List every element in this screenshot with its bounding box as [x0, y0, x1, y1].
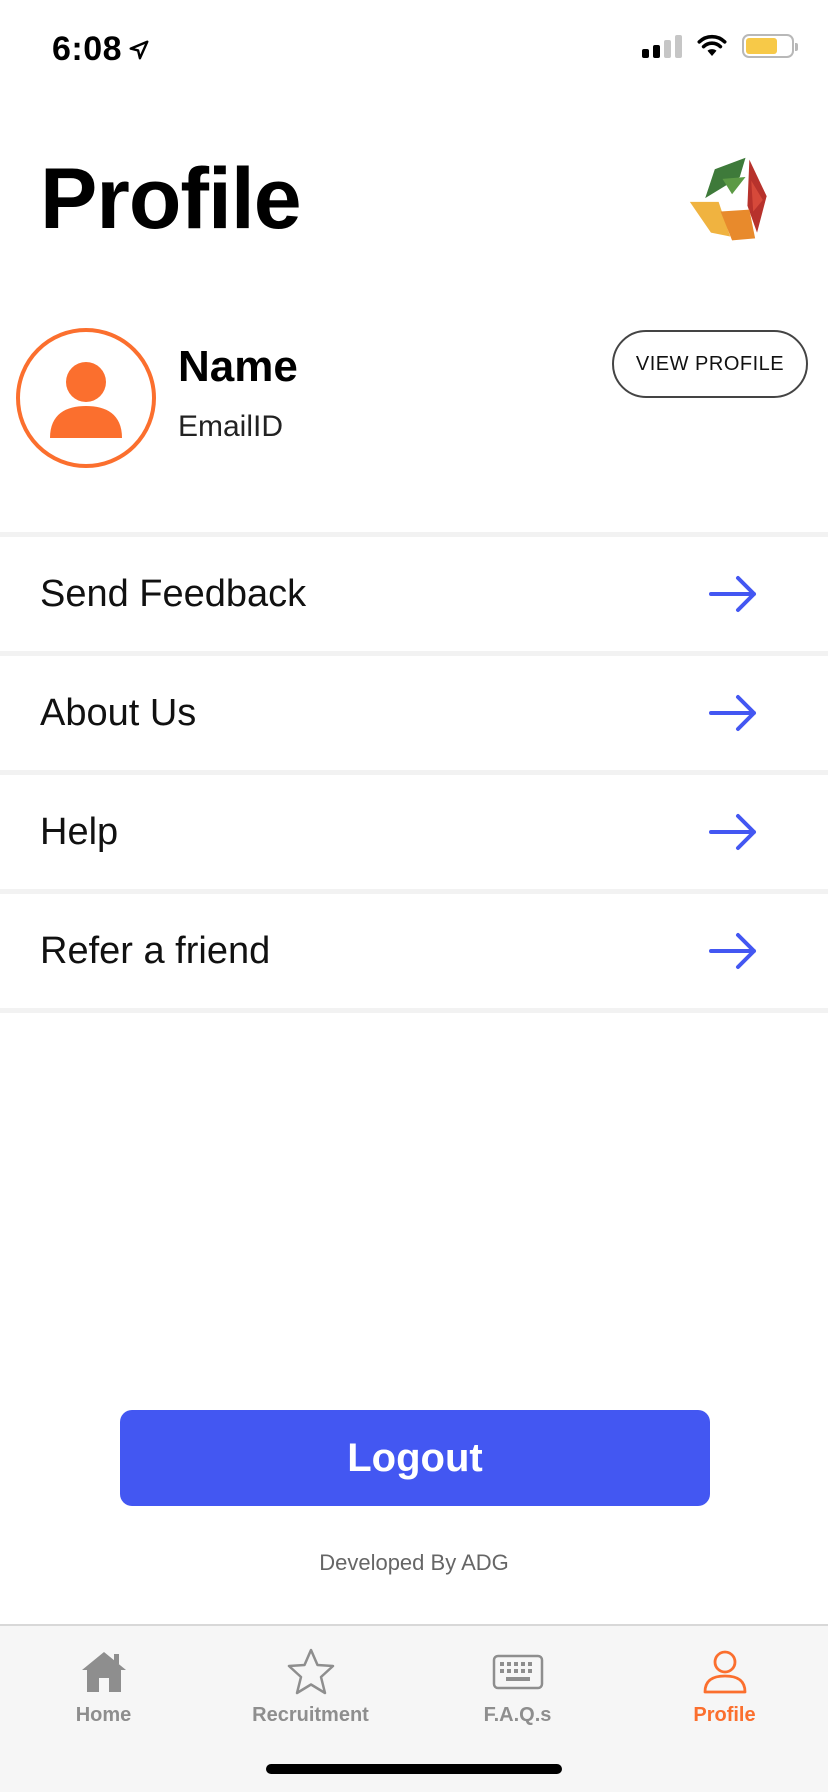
tab-label: Recruitment [252, 1704, 369, 1726]
person-silhouette-icon [50, 362, 122, 438]
tab-faqs[interactable]: F.A.Q.s [414, 1646, 621, 1727]
settings-menu: Send Feedback About Us Help Refer a frie… [0, 532, 828, 1013]
star-icon [287, 1648, 334, 1695]
tab-label: Profile [693, 1704, 756, 1726]
profile-email: EmailID [178, 410, 284, 443]
location-arrow-icon [129, 40, 149, 59]
battery-icon [742, 34, 798, 58]
arrow-right-icon [709, 933, 756, 969]
page-title: Profile [40, 151, 302, 247]
battery-level [746, 38, 777, 54]
status-time-text: 6:08 [52, 30, 123, 68]
menu-item-help[interactable]: Help [0, 775, 828, 889]
cellular-signal-icon [642, 34, 682, 58]
home-icon [81, 1652, 126, 1692]
tab-label: Home [75, 1704, 132, 1726]
logout-button[interactable]: Logout [120, 1410, 710, 1506]
profile-screen: 6:08 Profile Name EmailID VIEW PROFILE S… [0, 0, 828, 1792]
person-icon [703, 1650, 746, 1694]
menu-item-label: Help [40, 810, 119, 853]
arrow-right-icon [709, 695, 756, 731]
tab-home[interactable]: Home [0, 1646, 207, 1727]
developer-credit: Developed By ADG [319, 1550, 509, 1575]
tab-label: F.A.Q.s [483, 1704, 552, 1726]
app-logo-icon [689, 157, 767, 241]
menu-item-send-feedback[interactable]: Send Feedback [0, 537, 828, 651]
menu-item-label: Send Feedback [40, 572, 307, 615]
menu-item-refer-a-friend[interactable]: Refer a friend [0, 894, 828, 1008]
status-indicators [642, 34, 798, 58]
tab-profile[interactable]: Profile [621, 1646, 828, 1727]
keyboard-icon [492, 1654, 543, 1690]
home-indicator[interactable] [266, 1764, 562, 1774]
view-profile-button[interactable]: VIEW PROFILE [612, 330, 808, 398]
menu-item-label: Refer a friend [40, 929, 271, 972]
menu-item-label: About Us [40, 691, 197, 734]
arrow-right-icon [709, 814, 756, 850]
status-time: 6:08 [52, 30, 150, 69]
arrow-right-icon [709, 576, 756, 612]
divider [0, 1008, 828, 1013]
profile-name: Name [178, 342, 298, 391]
tab-recruitment[interactable]: Recruitment [207, 1646, 414, 1727]
wifi-icon [697, 34, 727, 56]
user-avatar-icon[interactable] [16, 328, 156, 468]
menu-item-about-us[interactable]: About Us [0, 656, 828, 770]
